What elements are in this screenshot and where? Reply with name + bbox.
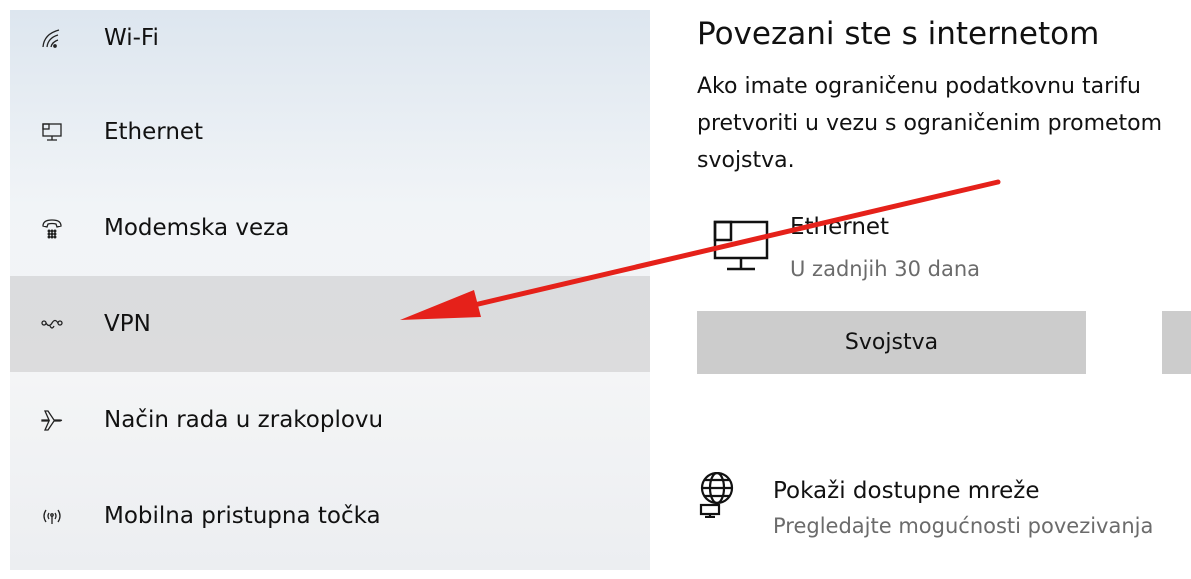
ethernet-pc-icon: [705, 218, 769, 274]
sidebar-item-ethernet[interactable]: Ethernet: [10, 84, 650, 180]
dialup-icon: [39, 215, 65, 241]
data-usage-button[interactable]: [1162, 311, 1191, 374]
network-sidebar: Wi-Fi Ethernet Modemska veza VPN Način r…: [10, 10, 650, 570]
ethernet-icon: [39, 119, 65, 145]
sidebar-item-label: Ethernet: [104, 119, 204, 145]
sidebar-item-label: Modemska veza: [104, 215, 290, 241]
sidebar-item-vpn[interactable]: VPN: [10, 276, 650, 372]
description-line: Ako imate ograničenu podatkovnu tarifu: [697, 74, 1141, 99]
sidebar-item-label: Wi-Fi: [104, 25, 159, 51]
sidebar-item-wifi[interactable]: Wi-Fi: [10, 10, 650, 86]
airplane-icon: [39, 407, 65, 433]
show-networks-subtitle: Pregledajte mogućnosti povezivanja: [773, 514, 1154, 538]
page-title: Povezani ste s internetom: [697, 16, 1100, 52]
status-panel: Povezani ste s internetom Ako imate ogra…: [697, 0, 1191, 579]
properties-button[interactable]: Svojstva: [697, 311, 1086, 374]
show-networks-link[interactable]: Pokaži dostupne mreže: [773, 478, 1040, 504]
connection-name[interactable]: Ethernet: [790, 214, 889, 240]
description-line: pretvoriti u vezu s ograničenim prometom: [697, 111, 1163, 136]
sidebar-item-label: Mobilna pristupna točka: [104, 503, 381, 529]
sidebar-item-hotspot[interactable]: Mobilna pristupna točka: [10, 468, 650, 564]
sidebar-item-label: Način rada u zrakoplovu: [104, 407, 384, 433]
sidebar-item-label: VPN: [104, 311, 151, 337]
vpn-icon: [39, 311, 65, 337]
connection-status: U zadnjih 30 dana: [790, 257, 981, 281]
hotspot-icon: [39, 503, 65, 529]
globe-network-icon: [697, 471, 737, 519]
sidebar-item-airplane-mode[interactable]: Način rada u zrakoplovu: [10, 372, 650, 468]
wifi-icon: [39, 25, 65, 51]
description-line: svojstva.: [697, 148, 795, 173]
sidebar-item-dialup[interactable]: Modemska veza: [10, 180, 650, 276]
status-description: Ako imate ograničenu podatkovnu tarifu p…: [697, 68, 1191, 179]
